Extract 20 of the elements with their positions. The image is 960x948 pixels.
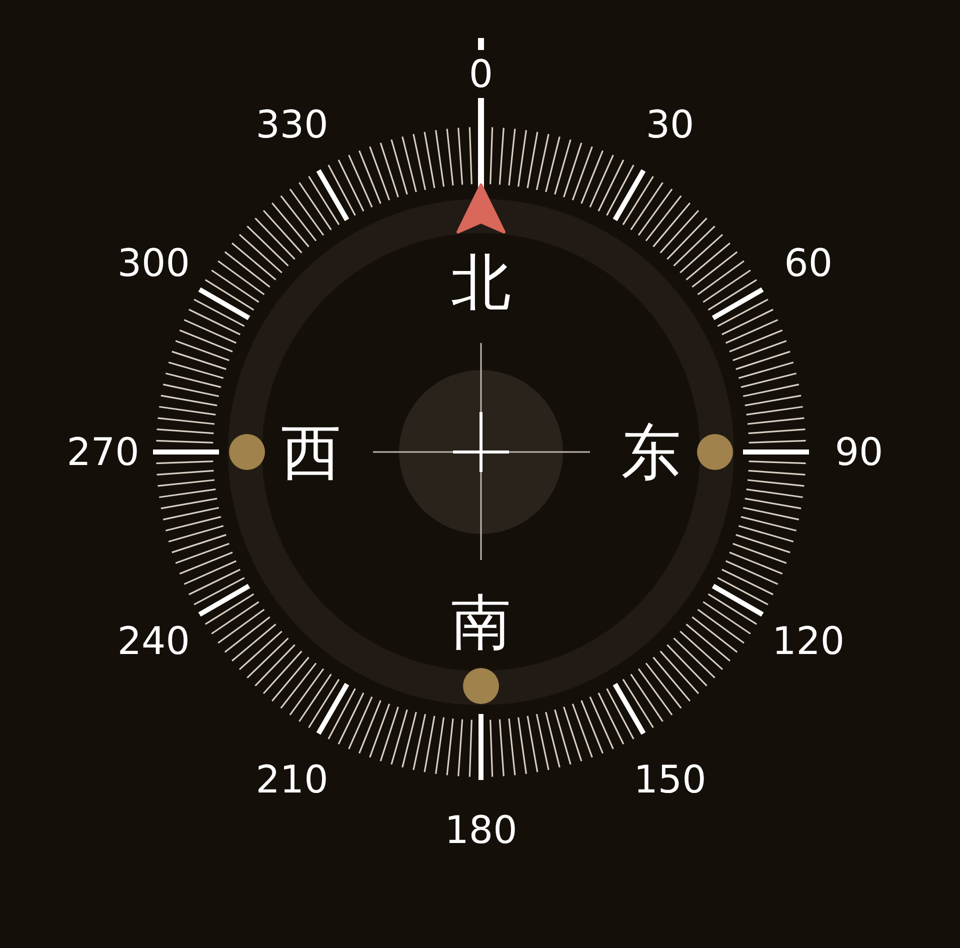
degree-label: 210 bbox=[256, 757, 328, 802]
degree-label: 30 bbox=[646, 102, 694, 147]
direction-label: 北 bbox=[451, 248, 511, 318]
north-pointer-icon bbox=[456, 184, 506, 234]
marker-dot bbox=[463, 668, 499, 704]
degree-label: 90 bbox=[834, 430, 884, 474]
degree-label: 120 bbox=[772, 619, 845, 663]
degree-label: 150 bbox=[634, 757, 706, 802]
degree-label: 240 bbox=[117, 619, 190, 663]
degree-label: 300 bbox=[117, 241, 190, 285]
degree-label: 180 bbox=[444, 808, 518, 852]
degree-label: 330 bbox=[256, 102, 328, 147]
degree-label: 0 bbox=[468, 52, 494, 96]
direction-label: 南 bbox=[451, 588, 511, 658]
degree-label: 270 bbox=[66, 430, 140, 474]
direction-label: 西 bbox=[281, 418, 341, 488]
marker-dot bbox=[229, 434, 265, 470]
marker-dot bbox=[697, 434, 733, 470]
degree-label: 60 bbox=[784, 241, 833, 285]
direction-label: 东 bbox=[621, 418, 681, 488]
